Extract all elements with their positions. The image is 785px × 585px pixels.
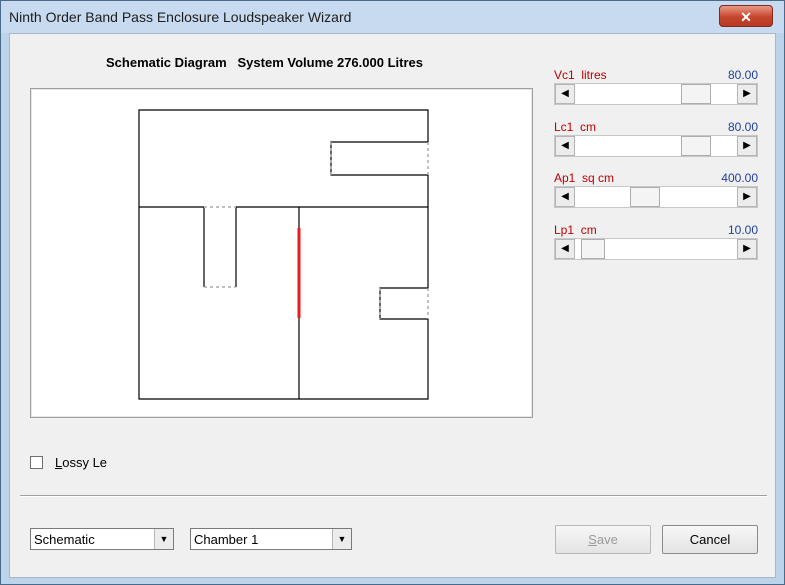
diagram-heading: Schematic Diagram System Volume 276.000 … [106, 55, 423, 70]
dialog-client-area: Schematic Diagram System Volume 276.000 … [9, 33, 776, 578]
view-select-value: Schematic [34, 532, 95, 547]
ap1-scrollbar[interactable]: ◀ ▶ [554, 186, 758, 208]
scroll-right-arrow-icon[interactable]: ▶ [737, 239, 757, 259]
lossy-le-checkbox[interactable] [30, 456, 43, 469]
param-value: 80.00 [727, 120, 758, 134]
view-select[interactable]: Schematic ▼ [30, 528, 174, 550]
schematic-diagram [30, 88, 533, 418]
chamber-select[interactable]: Chamber 1 ▼ [190, 528, 352, 550]
param-value: 80.00 [727, 68, 758, 82]
scroll-left-arrow-icon[interactable]: ◀ [555, 136, 575, 156]
scroll-right-arrow-icon[interactable]: ▶ [737, 187, 757, 207]
internal-port-tube [203, 207, 237, 287]
footer-separator [20, 495, 767, 497]
chevron-down-icon[interactable]: ▼ [332, 529, 351, 549]
window-title: Ninth Order Band Pass Enclosure Loudspea… [9, 9, 352, 25]
lossy-le-label-text: ossy Le [62, 455, 108, 470]
lc1-scrollbar[interactable]: ◀ ▶ [554, 135, 758, 157]
scroll-left-arrow-icon[interactable]: ◀ [555, 84, 575, 104]
scroll-thumb[interactable] [681, 136, 711, 156]
wizard-window: Ninth Order Band Pass Enclosure Loudspea… [0, 0, 785, 585]
close-button[interactable]: ✕ [719, 5, 773, 27]
scroll-thumb[interactable] [681, 84, 711, 104]
upper-chamber-wall [138, 109, 429, 208]
param-value: 400.00 [721, 171, 758, 185]
lower-right-chamber-wall [299, 207, 429, 400]
lower-left-chamber-wall [138, 207, 300, 400]
scroll-right-arrow-icon[interactable]: ▶ [737, 136, 757, 156]
diagram-heading-title: Schematic Diagram [106, 55, 227, 70]
param-label: Lc1 cm [554, 120, 597, 134]
chamber-select-value: Chamber 1 [194, 532, 259, 547]
schematic-drawing [138, 109, 429, 400]
scroll-thumb[interactable] [581, 239, 605, 259]
param-label: Ap1 sq cm [554, 171, 615, 185]
scroll-right-arrow-icon[interactable]: ▶ [737, 84, 757, 104]
scroll-left-arrow-icon[interactable]: ◀ [555, 239, 575, 259]
scroll-thumb[interactable] [630, 187, 660, 207]
param-value: 10.00 [727, 223, 758, 237]
vc1-scrollbar[interactable]: ◀ ▶ [554, 83, 758, 105]
chevron-down-icon[interactable]: ▼ [154, 529, 173, 549]
save-mnemonic: S [588, 532, 597, 547]
lossy-le-label: Lossy Le [55, 455, 107, 470]
lp1-scrollbar[interactable]: ◀ ▶ [554, 238, 758, 260]
system-volume-text: System Volume 276.000 Litres [237, 55, 423, 70]
save-label-text: ave [596, 532, 618, 547]
param-label: Vc1 litres [554, 68, 607, 82]
close-icon: ✕ [740, 9, 752, 25]
title-bar[interactable]: Ninth Order Band Pass Enclosure Loudspea… [1, 1, 784, 33]
save-button[interactable]: Save [555, 525, 651, 554]
param-label: Lp1 cm [554, 223, 597, 237]
scroll-left-arrow-icon[interactable]: ◀ [555, 187, 575, 207]
cancel-button[interactable]: Cancel [662, 525, 758, 554]
